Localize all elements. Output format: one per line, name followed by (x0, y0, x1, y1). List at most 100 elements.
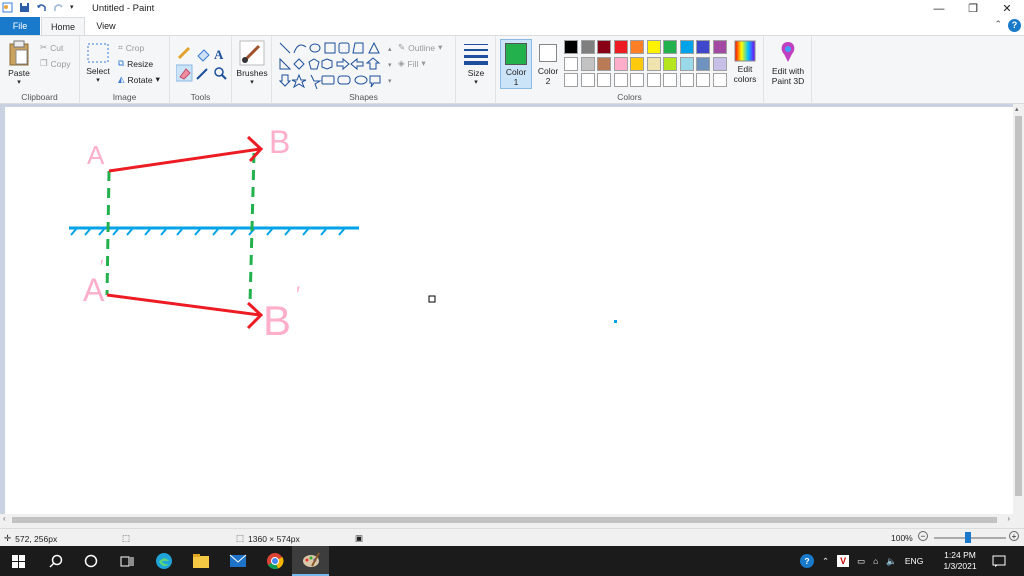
vertical-scrollbar[interactable]: ▴ (1013, 104, 1024, 514)
scroll-up-icon[interactable]: ▴ (1015, 105, 1019, 113)
palette-swatch[interactable] (564, 40, 578, 54)
shapes-gallery[interactable]: ▴ ▾ ▾ (278, 41, 394, 89)
palette-swatch[interactable] (646, 40, 661, 54)
edge-app[interactable] (145, 546, 182, 576)
search-button[interactable] (37, 546, 74, 576)
palette-swatch-empty[interactable] (696, 73, 710, 87)
edit-with-paint3d-button[interactable]: Edit with Paint 3D (766, 40, 810, 86)
minimize-button[interactable]: — (922, 0, 956, 17)
size-button[interactable]: Size ▾ (460, 42, 492, 88)
zoom-slider-thumb[interactable] (965, 532, 971, 543)
rotate-icon: ◭ (118, 74, 125, 84)
select-button[interactable]: Select ▾ (84, 42, 112, 86)
maximize-button[interactable]: ❐ (956, 0, 990, 17)
mail-app[interactable] (219, 546, 256, 576)
save-icon[interactable] (19, 2, 30, 13)
select-dropdown-icon[interactable]: ▾ (84, 76, 112, 86)
help-icon[interactable]: ? (1008, 19, 1021, 32)
notifications-button[interactable] (992, 546, 1006, 576)
fill-button[interactable]: ◈ Fill ▾ (398, 58, 426, 69)
palette-swatch[interactable] (613, 56, 628, 71)
palette-swatch[interactable] (564, 56, 578, 71)
palette-swatch-empty[interactable] (646, 73, 661, 87)
palette-swatch[interactable] (663, 56, 677, 71)
undo-icon[interactable] (36, 2, 47, 13)
palette-swatch[interactable] (712, 40, 727, 54)
palette-swatch-empty[interactable] (630, 73, 644, 87)
drawing-canvas[interactable]: A B A ′ B ′ (5, 107, 1013, 514)
palette-swatch-empty[interactable] (580, 73, 595, 87)
palette-swatch[interactable] (630, 56, 644, 71)
paste-dropdown-icon[interactable]: ▾ (4, 78, 34, 88)
customize-qa-icon[interactable]: ▾ (70, 2, 77, 13)
tab-home[interactable]: Home (41, 17, 85, 35)
help-tray-icon[interactable]: ? (800, 554, 814, 568)
collapse-ribbon-icon[interactable]: ⌃ (994, 19, 1002, 30)
close-button[interactable]: ✕ (990, 0, 1024, 17)
file-explorer-app[interactable] (182, 546, 219, 576)
scroll-left-icon[interactable]: ‹ (3, 514, 6, 523)
zoom-level: 100% (891, 533, 913, 543)
color2-button[interactable]: Color 2 (534, 39, 562, 89)
palette-swatch[interactable] (580, 40, 595, 54)
palette-swatch[interactable] (613, 40, 628, 54)
palette-swatch-empty[interactable] (679, 73, 694, 87)
chrome-app[interactable] (256, 546, 293, 576)
palette-swatch-empty[interactable] (597, 73, 611, 87)
palette-swatch-empty[interactable] (712, 73, 727, 87)
language-indicator[interactable]: ENG (905, 556, 923, 566)
tab-file[interactable]: File (0, 17, 40, 35)
selection-icon: ⬚ (122, 533, 131, 543)
palette-swatch[interactable] (580, 56, 595, 71)
palette-swatch[interactable] (679, 40, 694, 54)
rotate-button[interactable]: ◭ Rotate ▾ (118, 74, 160, 85)
brushes-button[interactable]: Brushes ▾ (234, 40, 270, 88)
start-button[interactable] (0, 546, 37, 576)
edit-colors-button[interactable]: Edit colors (730, 40, 760, 84)
volume-muted-icon[interactable]: 🔈 (886, 556, 897, 567)
scroll-right-icon[interactable]: › (1007, 514, 1010, 523)
vertical-scroll-thumb[interactable] (1015, 116, 1022, 496)
task-view-button[interactable] (108, 546, 145, 576)
battery-icon[interactable]: ▭ (857, 556, 865, 567)
paste-button[interactable]: Paste ▾ (4, 40, 34, 88)
palette-swatch-empty[interactable] (564, 73, 578, 87)
paint-app-active[interactable] (292, 546, 329, 576)
palette-swatch[interactable] (696, 56, 710, 71)
palette-swatch[interactable] (597, 56, 611, 71)
size-dropdown-icon[interactable]: ▾ (460, 78, 492, 88)
chevron-up-icon[interactable]: ⌃ (822, 556, 829, 567)
horizontal-scrollbar[interactable]: ‹ › (0, 514, 1024, 526)
quick-access-toolbar: ▾ (2, 2, 77, 13)
copy-button[interactable]: ❐ Copy (40, 58, 70, 69)
crop-button[interactable]: ⌗ Crop (118, 42, 144, 53)
zoom-in-button[interactable]: + (1009, 531, 1019, 541)
redo-icon[interactable] (53, 2, 64, 13)
palette-swatch[interactable] (630, 40, 644, 54)
color1-button[interactable]: Color 1 (500, 39, 532, 89)
palette-swatch[interactable] (679, 56, 694, 71)
palette-swatch[interactable] (663, 40, 677, 54)
cortana-button[interactable] (72, 546, 109, 576)
palette-swatch[interactable] (646, 56, 661, 71)
palette-swatch[interactable] (597, 40, 611, 54)
palette-swatch[interactable] (712, 56, 727, 71)
text-tool-icon: A (214, 47, 224, 62)
resize-label: Resize (127, 58, 154, 69)
brushes-dropdown-icon[interactable]: ▾ (234, 78, 270, 88)
palette-swatch-empty[interactable] (613, 73, 628, 87)
clock[interactable]: 1:24 PM 1/3/2021 (940, 546, 980, 576)
palette-swatch-empty[interactable] (663, 73, 677, 87)
label-a: A (87, 140, 105, 170)
resize-button[interactable]: ⧉ Resize (118, 58, 153, 69)
vivaldi-tray-icon[interactable]: V (837, 555, 850, 567)
palette-swatch[interactable] (696, 40, 710, 54)
horizontal-scroll-thumb[interactable] (12, 517, 997, 523)
color1-swatch (505, 43, 527, 65)
paint-app-icon[interactable] (2, 2, 13, 13)
tab-view[interactable]: View (86, 17, 126, 35)
zoom-out-button[interactable]: − (918, 531, 928, 541)
network-icon[interactable]: ⌂ (873, 556, 878, 566)
outline-button[interactable]: ✎ Outline ▾ (398, 42, 442, 53)
cut-button[interactable]: ✂ Cut (40, 42, 63, 53)
